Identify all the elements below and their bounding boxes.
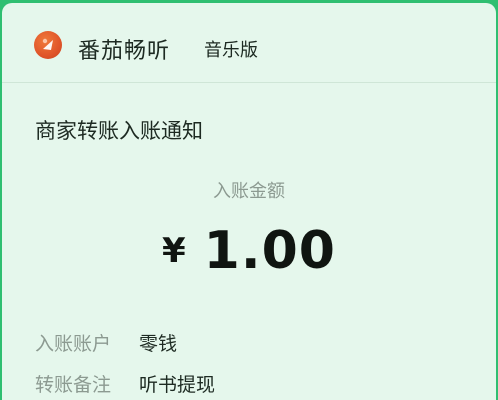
card-header[interactable]: 番茄畅听 音乐版 — [2, 3, 496, 83]
notice-title: 商家转账入账通知 — [35, 119, 203, 143]
amount-value: 1.00 — [203, 221, 336, 281]
app-name: 番茄畅听 — [78, 39, 171, 64]
amount-display: ¥1.00 — [2, 221, 496, 281]
logo-play-icon — [42, 38, 53, 50]
transfer-notice-card[interactable]: 番茄畅听 音乐版 商家转账入账通知 入账金额 ¥1.00 入账账户 零钱 转账备注… — [2, 3, 496, 400]
amount-label: 入账金额 — [213, 181, 285, 202]
detail-value-remark: 听书提现 — [139, 374, 216, 396]
currency-symbol: ¥ — [162, 231, 186, 271]
app-logo-icon — [34, 31, 62, 59]
app-edition: 音乐版 — [204, 40, 258, 61]
detail-row-account: 入账账户 零钱 — [35, 329, 177, 356]
detail-value-account: 零钱 — [139, 333, 178, 355]
detail-label-account: 入账账户 — [35, 333, 112, 355]
detail-label-remark: 转账备注 — [35, 374, 112, 396]
notification-frame: 番茄畅听 音乐版 商家转账入账通知 入账金额 ¥1.00 入账账户 零钱 转账备注… — [0, 0, 498, 400]
detail-row-remark: 转账备注 听书提现 — [35, 370, 215, 397]
